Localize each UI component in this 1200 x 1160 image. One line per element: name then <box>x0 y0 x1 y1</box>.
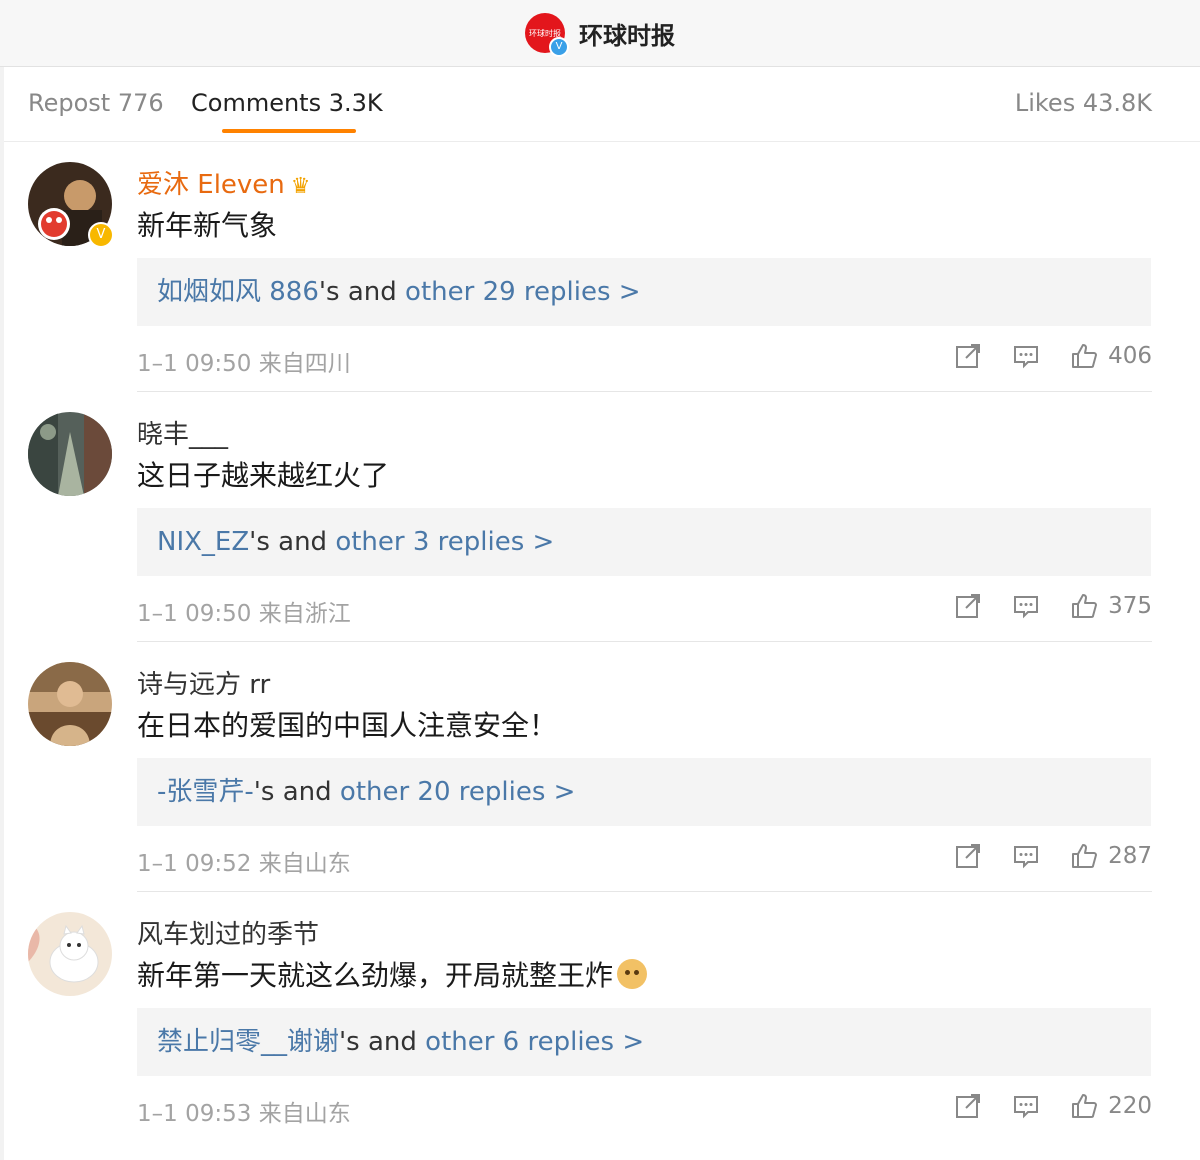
replies-connector: 's and <box>253 777 340 807</box>
reply-user-link[interactable]: 禁止归零__谢谢 <box>157 1027 339 1057</box>
tab-comments[interactable]: Comments 3.3K <box>191 89 383 117</box>
thumbs-up-icon[interactable] <box>1070 1092 1098 1120</box>
like-count: 287 <box>1108 843 1152 869</box>
share-icon[interactable] <box>954 342 982 370</box>
thumbs-up-icon[interactable] <box>1070 592 1098 620</box>
share-icon[interactable] <box>954 592 982 620</box>
comment-icon[interactable] <box>1012 592 1040 620</box>
more-replies-link[interactable]: other 29 replies > <box>405 277 641 307</box>
thumbs-up-icon[interactable] <box>1070 342 1098 370</box>
username-text: 爱沐 Eleven <box>137 170 285 200</box>
avatar[interactable] <box>28 662 112 746</box>
comment-meta: 1–1 09:50 来自浙江 <box>137 594 351 628</box>
username[interactable]: 爱沐 Eleven ♛ <box>137 164 311 201</box>
reply-user-link[interactable]: -张雪芹- <box>157 777 254 807</box>
reply-user-link[interactable]: 如烟如风 886 <box>157 277 319 307</box>
account-header[interactable]: 环球时报 V 环球时报 <box>525 13 675 57</box>
more-replies-link[interactable]: other 6 replies > <box>425 1027 644 1057</box>
verified-badge-icon: V <box>549 37 569 57</box>
comment-text: 新年新气象 <box>137 209 278 242</box>
comment-text: 新年第一天就这么劲爆，开局就整王炸 <box>137 954 648 994</box>
comment-text: 这日子越来越红火了 <box>137 459 390 492</box>
avatar[interactable] <box>28 412 112 496</box>
comment-actions: 220 <box>954 1092 1152 1120</box>
comment-text-body: 新年第一天就这么劲爆，开局就整王炸 <box>137 959 614 992</box>
replies-connector: 's and <box>318 277 406 307</box>
avatar[interactable] <box>28 912 112 996</box>
replies-preview[interactable]: -张雪芹-'s and other 20 replies > <box>137 758 1151 826</box>
more-replies-link[interactable]: other 20 replies > <box>340 777 576 807</box>
more-replies-link[interactable]: other 3 replies > <box>335 527 554 557</box>
comment-time: 1–1 09:52 <box>137 851 252 877</box>
comment-icon[interactable] <box>1012 842 1040 870</box>
comment-item: 诗与远方 rr 在日本的爱国的中国人注意安全！ -张雪芹-'s and othe… <box>4 642 1200 892</box>
replies-connector: 's and <box>249 527 336 557</box>
doge-emoji-icon <box>617 959 648 989</box>
comment-icon[interactable] <box>1012 1092 1040 1120</box>
like-count: 375 <box>1108 593 1152 619</box>
tab-bar: Repost 776 Comments 3.3K Likes 43.8K <box>4 67 1200 142</box>
replies-connector: 's and <box>339 1027 426 1057</box>
comment-actions: 406 <box>954 342 1152 370</box>
comment-actions: 287 <box>954 842 1152 870</box>
tab-likes[interactable]: Likes 43.8K <box>1015 89 1152 117</box>
replies-preview[interactable]: 禁止归零__谢谢's and other 6 replies > <box>137 1008 1151 1076</box>
thumbs-up-icon[interactable] <box>1070 842 1098 870</box>
account-logo[interactable]: 环球时报 V <box>525 13 569 57</box>
username[interactable]: 晓丰___ <box>137 414 228 451</box>
verified-user-icon: V <box>88 222 114 248</box>
share-icon[interactable] <box>954 842 982 870</box>
replies-preview[interactable]: NIX_EZ's and other 3 replies > <box>137 508 1151 576</box>
comment-meta: 1–1 09:53 来自山东 <box>137 1094 351 1128</box>
comment-time: 1–1 09:50 <box>137 601 252 627</box>
comment-text: 在日本的爱国的中国人注意安全！ <box>137 709 558 742</box>
active-tab-indicator <box>222 129 356 133</box>
like-count: 220 <box>1108 1093 1152 1119</box>
comment-meta: 1–1 09:52 来自山东 <box>137 844 351 878</box>
account-name[interactable]: 环球时报 <box>579 16 675 51</box>
comments-panel: Repost 776 Comments 3.3K Likes 43.8K V 爱… <box>4 67 1200 1160</box>
tab-repost[interactable]: Repost 776 <box>28 89 164 117</box>
comment-icon[interactable] <box>1012 342 1040 370</box>
username[interactable]: 风车划过的季节 <box>137 914 319 951</box>
comment-item: V 爱沐 Eleven ♛ 新年新气象 如烟如风 886's and other … <box>4 142 1200 392</box>
comment-actions: 375 <box>954 592 1152 620</box>
username[interactable]: 诗与远方 rr <box>137 664 270 701</box>
comment-location: 来自山东 <box>258 851 351 877</box>
reply-user-link[interactable]: NIX_EZ <box>157 527 249 557</box>
top-bar: 环球时报 V 环球时报 <box>0 0 1200 67</box>
replies-preview[interactable]: 如烟如风 886's and other 29 replies > <box>137 258 1151 326</box>
vip-crown-icon: ♛ <box>290 174 311 199</box>
comment-location: 来自浙江 <box>258 601 351 627</box>
comment-item: 晓丰___ 这日子越来越红火了 NIX_EZ's and other 3 rep… <box>4 392 1200 642</box>
like-count: 406 <box>1108 343 1152 369</box>
comment-time: 1–1 09:53 <box>137 1101 252 1127</box>
share-icon[interactable] <box>954 1092 982 1120</box>
comment-time: 1–1 09:50 <box>137 351 252 377</box>
comment-location: 来自山东 <box>258 1101 351 1127</box>
comment-item: 风车划过的季节 新年第一天就这么劲爆，开局就整王炸 禁止归零__谢谢's and… <box>4 892 1200 1142</box>
comment-location: 来自四川 <box>258 351 351 377</box>
comment-meta: 1–1 09:50 来自四川 <box>137 344 351 378</box>
